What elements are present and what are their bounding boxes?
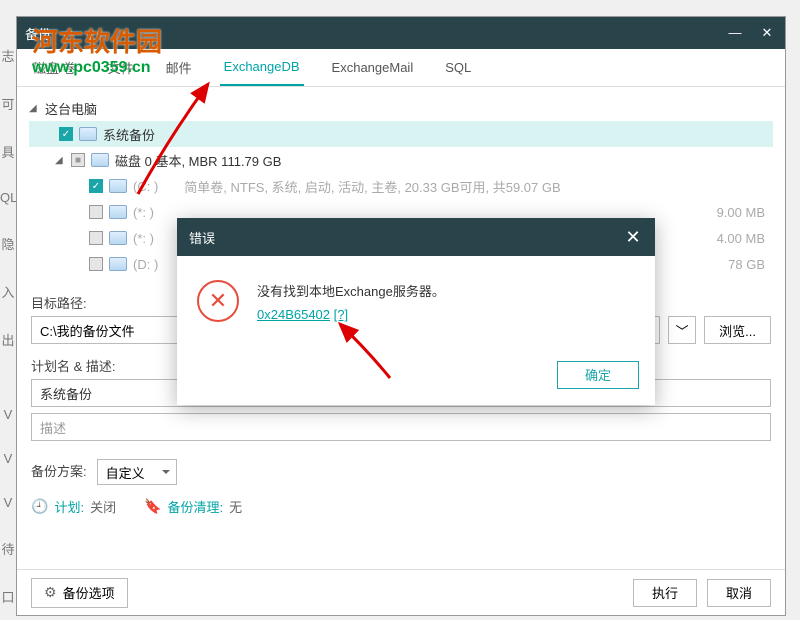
disk-icon <box>109 231 127 245</box>
cancel-button[interactable]: 取消 <box>707 579 771 607</box>
expander-icon[interactable]: ◢ <box>55 155 65 166</box>
scheme-section: 备份方案: 自定义 <box>17 453 785 491</box>
clock-icon: 🕘 <box>31 498 48 515</box>
checkbox-icon[interactable] <box>89 257 103 271</box>
checkbox-icon[interactable]: ✓ <box>59 127 73 141</box>
disk-icon <box>91 153 109 167</box>
left-edge-strip: 志可具QL隐入出VVV待口 <box>0 32 16 620</box>
cleanup-link[interactable]: 🔖 备份清理: 无 <box>144 497 242 516</box>
schedule-link[interactable]: 🕘 计划: 关闭 <box>31 497 116 516</box>
scheme-label: 备份方案: <box>31 461 87 480</box>
links-row: 🕘 计划: 关闭 🔖 备份清理: 无 <box>17 491 785 522</box>
plan-desc-input[interactable]: 描述 <box>31 413 771 441</box>
close-button[interactable]: ✕ <box>757 25 777 41</box>
execute-button[interactable]: 执行 <box>633 579 697 607</box>
checkbox-icon[interactable]: ■ <box>71 153 85 167</box>
backup-options-button[interactable]: ⚙ 备份选项 <box>31 578 128 608</box>
scheme-select[interactable]: 自定义 <box>97 459 177 485</box>
checkbox-icon[interactable] <box>89 205 103 219</box>
tab-file[interactable]: 文件 <box>104 48 138 87</box>
tab-disk[interactable]: 磁盘/卷 <box>29 48 80 87</box>
window-title: 备份 <box>25 24 51 43</box>
tab-exchangedb[interactable]: ExchangeDB <box>220 49 304 86</box>
tag-icon: 🔖 <box>144 498 161 515</box>
ok-button[interactable]: 确定 <box>557 361 639 389</box>
dialog-message: 没有找到本地Exchange服务器。 0x24B65402 [?] <box>257 280 445 327</box>
error-help-link[interactable]: [?] <box>334 307 348 322</box>
disk-icon <box>109 257 127 271</box>
tab-sql[interactable]: SQL <box>441 50 475 85</box>
gear-icon: ⚙ <box>44 584 57 601</box>
tree-system-backup[interactable]: ✓ 系统备份 <box>29 121 773 147</box>
checkbox-icon[interactable]: ✓ <box>89 179 103 193</box>
error-icon: ✕ <box>197 280 239 322</box>
error-code-link[interactable]: 0x24B65402 <box>257 307 330 322</box>
footer: ⚙ 备份选项 执行 取消 <box>17 569 785 615</box>
tab-mail[interactable]: 邮件 <box>162 48 196 87</box>
titlebar: 备份 — ✕ <box>17 17 785 49</box>
disk-icon <box>79 127 97 141</box>
tree-disk0[interactable]: ◢ ■ 磁盘 0 基本, MBR 111.79 GB <box>29 147 773 173</box>
source-tabs: 磁盘/卷 文件 邮件 ExchangeDB ExchangeMail SQL <box>17 49 785 87</box>
chevron-down-icon: ﹀ <box>676 321 689 340</box>
table-row[interactable]: ✓ (C: ) 简单卷, NTFS, 系统, 启动, 活动, 主卷, 20.33… <box>29 173 773 199</box>
error-dialog: 错误 ✕ ✕ 没有找到本地Exchange服务器。 0x24B65402 [?]… <box>177 218 655 405</box>
tab-exchangemail[interactable]: ExchangeMail <box>328 50 418 85</box>
minimize-button[interactable]: — <box>725 25 745 41</box>
disk-icon <box>109 179 127 193</box>
browse-button[interactable]: 浏览... <box>704 316 771 344</box>
dialog-title: 错误 <box>189 228 215 247</box>
target-dropdown-button[interactable]: ﹀ <box>668 316 696 344</box>
expander-icon[interactable]: ◢ <box>29 103 39 114</box>
tree-root[interactable]: ◢ 这台电脑 <box>29 95 773 121</box>
dialog-titlebar: 错误 ✕ <box>177 218 655 256</box>
checkbox-icon[interactable] <box>89 231 103 245</box>
dialog-close-button[interactable]: ✕ <box>623 227 643 248</box>
disk-icon <box>109 205 127 219</box>
